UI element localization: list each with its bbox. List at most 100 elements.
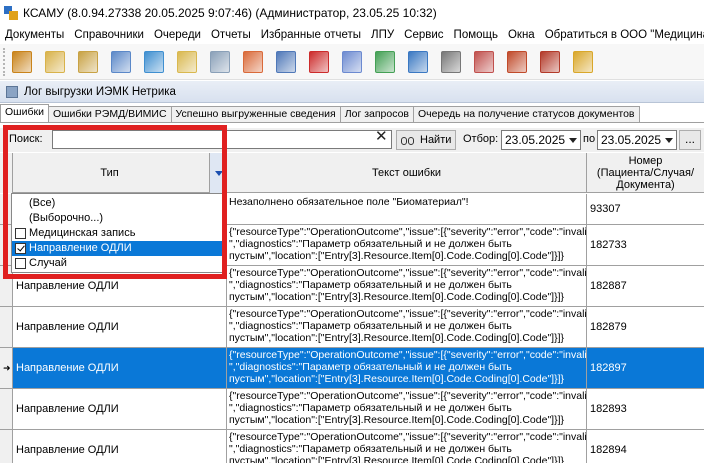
column-header-number-label: Номер (Пациента/Случая/Документа) — [596, 155, 695, 191]
menu-item[interactable]: Помощь — [449, 29, 503, 41]
filter-option[interactable]: Направление ОДЛИ — [12, 241, 222, 256]
row-selector[interactable]: ➜ — [0, 348, 13, 388]
date-from-dropdown-icon[interactable] — [569, 138, 577, 143]
inner-window-title-bar: Лог выгрузки ИЭМК Нетрика — [0, 81, 704, 103]
cell-error-text[interactable]: {"resourceType":"OperationOutcome","issu… — [227, 430, 587, 463]
toolbar-button[interactable] — [504, 48, 530, 76]
menu-item[interactable]: Отчеты — [206, 29, 256, 41]
shield-icon — [276, 50, 296, 73]
row-selector-header — [0, 153, 13, 193]
menu-item[interactable]: Окна — [503, 29, 540, 41]
menu-item[interactable]: Обратиться в ООО "Медицина" — [540, 29, 704, 41]
table-row[interactable]: Направление ОДЛИ {"resourceType":"Operati… — [0, 307, 704, 348]
cell-type[interactable]: Направление ОДЛИ — [13, 348, 227, 388]
menu-item[interactable]: Избранные отчеты — [256, 29, 366, 41]
documents-icon — [342, 50, 362, 73]
filter-option-checkbox[interactable] — [15, 258, 26, 269]
folders-icon — [540, 50, 560, 73]
type-filter-button[interactable] — [209, 153, 227, 193]
toolbar-button[interactable] — [339, 48, 365, 76]
toolbar-grip[interactable] — [3, 47, 7, 76]
cell-number[interactable]: 182893 — [587, 389, 704, 429]
menu-item[interactable]: ЛПУ — [366, 29, 399, 41]
column-header-error-text-label: Текст ошибки — [371, 167, 442, 179]
filter-option[interactable]: Случай — [12, 256, 222, 271]
binoculars-icon — [401, 134, 415, 146]
menu-bar: Документы Справочники Очереди Отчеты Избранн… — [0, 26, 704, 44]
filter-option[interactable]: (Все) — [12, 196, 222, 211]
cell-number[interactable]: 182887 — [587, 266, 704, 306]
date-to-dropdown-icon[interactable] — [665, 138, 673, 143]
cell-error-text[interactable]: {"resourceType":"OperationOutcome","issu… — [227, 307, 587, 347]
tab-4[interactable]: Очередь на получение статусов документов — [413, 106, 640, 122]
column-header-error-text[interactable]: Текст ошибки — [227, 153, 587, 193]
cell-error-text[interactable]: {"resourceType":"OperationOutcome","issu… — [227, 348, 587, 388]
more-options-button[interactable]: ... — [679, 130, 701, 150]
row-selector[interactable] — [0, 307, 13, 347]
filter-option[interactable]: Медицинская запись — [12, 226, 222, 241]
lock-icon — [573, 50, 593, 73]
syringe-icon — [210, 50, 230, 73]
cell-number[interactable]: 93307 — [587, 194, 704, 224]
cell-error-text[interactable]: {"resourceType":"OperationOutcome","issu… — [227, 266, 587, 306]
medical-kit-icon — [309, 50, 329, 73]
cell-number[interactable]: 182897 — [587, 348, 704, 388]
toolbar-button[interactable] — [306, 48, 332, 76]
toolbar-button[interactable] — [438, 48, 464, 76]
cell-error-text[interactable]: {"resourceType":"OperationOutcome","issu… — [227, 225, 587, 265]
toolbar-button[interactable] — [240, 48, 266, 76]
tab-2[interactable]: Успешно выгруженные сведения — [170, 106, 341, 122]
menu-item[interactable]: Очереди — [149, 29, 206, 41]
journal-icon — [78, 50, 98, 73]
filter-option-label: Случай — [29, 257, 67, 269]
toolbar-button[interactable] — [174, 48, 200, 76]
menu-item[interactable]: Документы — [0, 29, 69, 41]
cell-error-text[interactable]: Незаполнено обязательное поле "Биоматери… — [227, 194, 587, 224]
cell-type[interactable]: Направление ОДЛИ — [13, 430, 227, 463]
cell-type[interactable]: Направление ОДЛИ — [13, 307, 227, 347]
filter-option-label: (Выборочно...) — [29, 212, 104, 224]
toolbar-button[interactable] — [471, 48, 497, 76]
column-header-type[interactable]: Тип — [13, 153, 227, 193]
filter-option-checkbox[interactable] — [15, 228, 26, 239]
table-row[interactable]: ➜ Направление ОДЛИ {"resourceType":"Operat… — [0, 348, 704, 389]
toolbar-button[interactable] — [570, 48, 596, 76]
clear-search-icon[interactable]: ✕ — [375, 128, 388, 146]
cabinet-icon — [507, 50, 527, 73]
cell-type[interactable]: Направление ОДЛИ — [13, 389, 227, 429]
toolbar-button[interactable] — [42, 48, 68, 76]
table-row[interactable]: Направление ОДЛИ {"resourceType":"Operati… — [0, 389, 704, 430]
toolbar-button[interactable] — [537, 48, 563, 76]
toolbar-button[interactable] — [207, 48, 233, 76]
toolbar-button[interactable] — [405, 48, 431, 76]
table-row[interactable]: Направление ОДЛИ {"resourceType":"Operati… — [0, 430, 704, 463]
toolbar-button[interactable] — [141, 48, 167, 76]
date-to-picker[interactable]: 23.05.2025 — [597, 130, 677, 150]
filter-option-checkbox[interactable] — [15, 243, 26, 254]
column-header-number[interactable]: Номер (Пациента/Случая/Документа) — [587, 153, 704, 193]
toolbar-button[interactable] — [273, 48, 299, 76]
toolbar-button[interactable] — [75, 48, 101, 76]
row-selector[interactable] — [0, 430, 13, 463]
cell-number[interactable]: 182894 — [587, 430, 704, 463]
toolbar-button[interactable] — [372, 48, 398, 76]
cell-number[interactable]: 182733 — [587, 225, 704, 265]
toolbar-button[interactable] — [9, 48, 35, 76]
cell-number[interactable]: 182879 — [587, 307, 704, 347]
date-from-picker[interactable]: 23.05.2025 — [501, 130, 581, 150]
search-input[interactable] — [52, 130, 392, 149]
window-title: КСАМУ (8.0.94.27338 20.05.2025 9:07:46) … — [23, 6, 437, 20]
tab-0[interactable]: Ошибки — [0, 104, 49, 122]
tab-3[interactable]: Лог запросов — [339, 106, 415, 122]
row-selector[interactable] — [0, 389, 13, 429]
nurse-icon — [474, 50, 494, 73]
find-button[interactable]: Найти — [396, 130, 456, 150]
title-bar: КСАМУ (8.0.94.27338 20.05.2025 9:07:46) … — [0, 0, 704, 26]
tab-1[interactable]: Ошибки РЭМД/ВИМИС — [47, 106, 172, 122]
scanner-icon — [441, 50, 461, 73]
toolbar-button[interactable] — [108, 48, 134, 76]
filter-option[interactable]: (Выборочно...) — [12, 211, 222, 226]
menu-item[interactable]: Справочники — [69, 29, 149, 41]
cell-error-text[interactable]: {"resourceType":"OperationOutcome","issu… — [227, 389, 587, 429]
menu-item[interactable]: Сервис — [399, 29, 448, 41]
